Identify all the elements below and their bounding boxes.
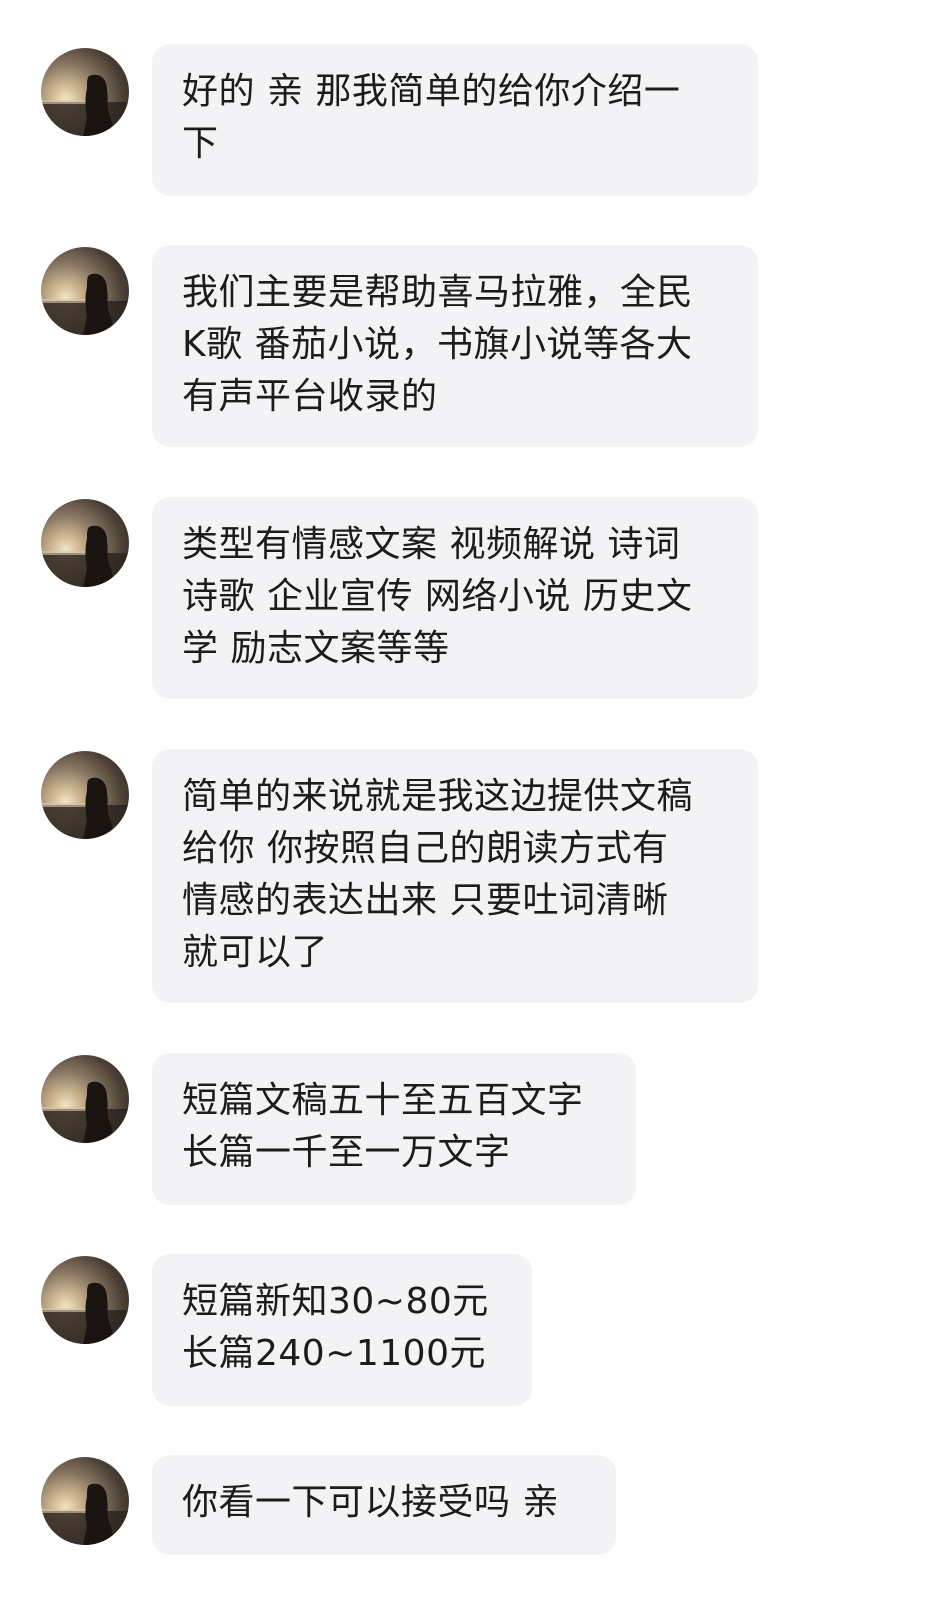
avatar-image xyxy=(41,1081,129,1143)
message-text-line: 给你 你按照自己的朗读方式有 xyxy=(182,828,669,869)
message-text-line: 简单的来说就是我这边提供文稿 xyxy=(182,776,694,817)
message-bubble: 你看一下可以接受吗 亲 xyxy=(152,1455,616,1555)
avatar-image xyxy=(41,525,129,587)
avatar-image xyxy=(41,777,129,839)
message-bubble: 类型有情感文案 视频解说 诗词 诗歌 企业宣传 网络小说 历史文 学 励志文案等… xyxy=(152,497,758,699)
message-text-line: 就可以了 xyxy=(182,932,329,973)
avatar[interactable] xyxy=(41,1457,129,1545)
message-text-line: 有声平台收录的 xyxy=(182,376,438,417)
message-text-line: 短篇文稿五十至五百文字 xyxy=(182,1080,584,1121)
message-text-line: 学 励志文案等等 xyxy=(182,628,450,669)
avatar-image xyxy=(41,74,129,136)
avatar[interactable] xyxy=(41,499,129,587)
message-text-line: 类型有情感文案 视频解说 诗词 xyxy=(182,524,681,565)
message-text-line: 情感的表达出来 只要吐词清晰 xyxy=(182,880,669,921)
avatar[interactable] xyxy=(41,751,129,839)
message-text-line: 长篇240~1100元 xyxy=(182,1333,486,1374)
message-text-line: 诗歌 企业宣传 网络小说 历史文 xyxy=(182,576,693,617)
message-bubble: 我们主要是帮助喜马拉雅，全民 K歌 番茄小说，书旗小说等各大 有声平台收录的 xyxy=(152,245,758,447)
message-text-line: 好的 亲 那我简单的给你介绍一 xyxy=(182,71,681,112)
avatar-image xyxy=(41,273,129,335)
avatar-image xyxy=(41,1483,129,1545)
avatar[interactable] xyxy=(41,48,129,136)
message-text-line: 你看一下可以接受吗 亲 xyxy=(182,1482,559,1523)
message-bubble: 好的 亲 那我简单的给你介绍一 下 xyxy=(152,44,758,196)
message-text-line: 长篇一千至一万文字 xyxy=(182,1132,511,1173)
message-text-line: K歌 番茄小说，书旗小说等各大 xyxy=(182,324,693,365)
avatar-image xyxy=(41,1282,129,1344)
message-text-line: 我们主要是帮助喜马拉雅，全民 xyxy=(182,272,694,313)
message-bubble: 简单的来说就是我这边提供文稿 给你 你按照自己的朗读方式有 情感的表达出来 只要… xyxy=(152,749,758,1003)
avatar[interactable] xyxy=(41,1256,129,1344)
avatar[interactable] xyxy=(41,247,129,335)
message-text-line: 短篇新知30~80元 xyxy=(182,1281,489,1322)
avatar[interactable] xyxy=(41,1055,129,1143)
message-bubble: 短篇文稿五十至五百文字 长篇一千至一万文字 xyxy=(152,1053,636,1205)
message-text-line: 下 xyxy=(182,123,219,164)
message-bubble: 短篇新知30~80元 长篇240~1100元 xyxy=(152,1254,532,1406)
